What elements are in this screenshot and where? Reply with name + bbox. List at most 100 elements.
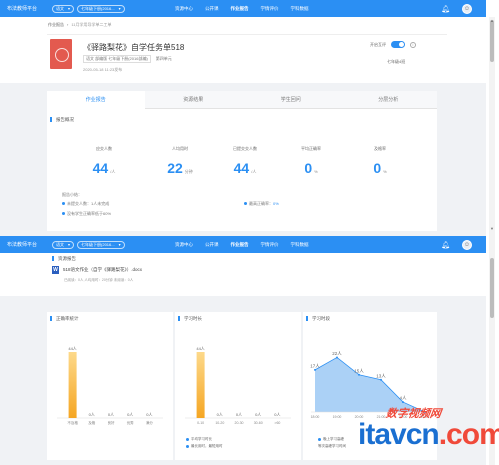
bar-data-label: 0人 xyxy=(274,412,280,417)
point-data-label: 4人 xyxy=(399,396,407,401)
task-unit: 第四单元 xyxy=(155,56,172,61)
bell-icon[interactable]: 🔔︎ xyxy=(441,241,450,249)
bullet-icon xyxy=(62,212,65,216)
scroll-down-icon[interactable]: ▼ xyxy=(490,226,494,231)
top-navbar: 布法教师平台 语文 ▾ 七年级下册(2016... ▾ 资源中心 公开课 作业报… xyxy=(0,0,486,17)
bar-data-label: 0人 xyxy=(146,412,152,417)
nav-open-class[interactable]: 公开课 xyxy=(205,6,219,12)
nav-learning-evaluation[interactable]: 学情评价 xyxy=(261,6,279,12)
tab-layer-analysis[interactable]: 分层分析 xyxy=(339,91,437,109)
stat-value: 44 xyxy=(92,160,109,176)
scrollbar-track[interactable] xyxy=(489,17,495,465)
stat-value: 0 xyxy=(373,160,382,176)
duration-legend-2: 最长用时，最短用时 xyxy=(186,444,223,449)
stat-value: 44 xyxy=(233,160,250,176)
nav-homework-report[interactable]: 作业报告 xyxy=(231,6,249,12)
stat-value: 0 xyxy=(304,160,313,176)
stat-label: 人均用时 xyxy=(172,146,188,151)
resource-report-title: 资源报告 xyxy=(52,256,76,261)
nav-open-class[interactable]: 公开课 xyxy=(205,242,219,248)
stat-label: 已提交交人数 xyxy=(233,146,257,151)
toggle-label: 开启互评 xyxy=(370,41,386,47)
chevron-down-icon: ▾ xyxy=(68,6,71,11)
bar-data-label: 44人 xyxy=(68,346,76,351)
legend-text: 等次高峰学习时间 xyxy=(318,444,346,448)
bar-data-label: 0人 xyxy=(89,412,95,417)
main-nav: 资源中心 公开课 作业报告 学情评价 学科数据 xyxy=(175,6,309,12)
data-point xyxy=(336,356,338,359)
x-tick-label: 及格 xyxy=(88,420,95,425)
peer-review-toggle[interactable] xyxy=(391,41,405,48)
nav-learning-evaluation[interactable]: 学情评价 xyxy=(261,242,279,248)
watermark-en-suffix: .com xyxy=(438,418,499,451)
breadcrumb-current: 11月学用导学单二工单 xyxy=(71,22,112,27)
tab-student-questions[interactable]: 学生回问 xyxy=(242,91,340,109)
legend-text: 最长用时，最短用时 xyxy=(191,444,223,448)
resource-meta: 已阅读：0人 人均用时：20分钟 未阅读：0人 xyxy=(64,278,134,282)
legend-text: 平均学习时长 xyxy=(191,437,212,441)
brand-logo[interactable]: 布法教师平台 xyxy=(7,5,49,12)
time-legend-1: 晚上学习高峰 xyxy=(318,437,344,442)
watermark-en: itavcn.com xyxy=(358,418,499,452)
stat-pass-rate: 及格率 0% xyxy=(350,146,410,176)
tab-homework-report[interactable]: 作业报告 xyxy=(47,91,145,109)
x-tick-label: 19:00 xyxy=(333,415,342,419)
nav-subject-data[interactable]: 学科数据 xyxy=(291,242,309,248)
resource-file-link[interactable]: W 518语文作业（自学《驿路梨花》）.docx xyxy=(52,266,142,274)
avatar[interactable]: ☺ xyxy=(462,239,472,250)
x-tick-label: 不及格 xyxy=(67,420,78,425)
bullet-icon xyxy=(62,202,65,206)
stat-unit: /人 xyxy=(251,169,257,174)
subject-label: 语文 xyxy=(56,241,64,247)
tab-resource-result[interactable]: 资源结果 xyxy=(144,91,242,109)
class-select[interactable]: 七年级4班 xyxy=(387,59,405,65)
note-value: 0% xyxy=(273,201,279,206)
nav-subject-data[interactable]: 学科数据 xyxy=(291,6,309,12)
resource-file-name: 518语文作业（自学《驿路梨花》）.docx xyxy=(63,267,143,272)
nav-homework-report[interactable]: 作业报告 xyxy=(231,242,249,248)
top-navbar: 布法教师平台 语文 ▾ 七年级下册(2016... ▾ 资源中心 公开课 作业报… xyxy=(0,236,486,253)
bell-icon[interactable]: 🔔︎ xyxy=(441,5,450,13)
note-text: 未提交人数：1人未完成 xyxy=(67,201,110,206)
summary-note-max-accuracy: 最高正确率：0% xyxy=(244,201,279,207)
note-text: 最高正确率： xyxy=(249,201,273,206)
stat-unit: % xyxy=(314,169,318,174)
scroll-up-icon[interactable]: ▲ xyxy=(490,18,494,23)
scrollbar-thumb[interactable] xyxy=(490,258,494,318)
legend-text: 晚上学习高峰 xyxy=(323,437,344,441)
breadcrumb-home[interactable]: 作业报告 xyxy=(48,22,64,27)
bar xyxy=(68,352,77,418)
duration-legend-1: 平均学习时长 xyxy=(186,437,212,442)
x-tick-label: 30-60 xyxy=(254,421,263,425)
x-tick-label: >60 xyxy=(274,421,280,425)
subject-select[interactable]: 语文 ▾ xyxy=(52,240,75,249)
x-tick-label: 20-30 xyxy=(235,421,244,425)
grade-select[interactable]: 七年级下册(2016... ▾ xyxy=(77,4,125,13)
stat-label: 应交人数 xyxy=(96,146,112,151)
stat-unit: /人 xyxy=(110,169,116,174)
x-tick-label: 满分 xyxy=(146,420,154,425)
point-data-label: 15人 xyxy=(354,368,364,373)
point-data-label: 13人 xyxy=(376,373,386,378)
nav-resource-center[interactable]: 资源中心 xyxy=(175,6,193,12)
bar-data-label: 0人 xyxy=(236,412,242,417)
scrollbar-thumb[interactable] xyxy=(490,20,494,62)
summary-note-unsubmitted: 未提交人数：1人未完成 xyxy=(62,201,109,207)
accuracy-bar-chart: 44人不及格 0人及格 0人良好 0人优秀 0人满分 xyxy=(57,346,163,425)
stat-label: 平均正确率 xyxy=(301,146,321,151)
grade-select[interactable]: 七年级下册(2016... ▾ xyxy=(77,240,125,249)
brand-logo[interactable]: 布法教师平台 xyxy=(7,241,49,248)
stat-label: 及格率 xyxy=(374,146,386,151)
x-tick-label: 0-10 xyxy=(197,421,204,425)
task-meta: 语文 部编版 七年级下册(2016部编) 第四单元 xyxy=(83,55,172,63)
avatar[interactable]: ☺ xyxy=(462,3,472,14)
nav-resource-center[interactable]: 资源中心 xyxy=(175,242,193,248)
summary-title: 报告小结： xyxy=(62,192,82,197)
info-icon[interactable]: i xyxy=(410,41,416,48)
stat-avg-accuracy: 平均正确率 0% xyxy=(281,146,341,176)
stat-should-submit: 应交人数 44/人 xyxy=(74,146,134,176)
bar-data-label: 0人 xyxy=(217,412,223,417)
subject-select[interactable]: 语文 ▾ xyxy=(52,4,75,13)
task-header-card: 《驿路梨花》自学任务单518 语文 部编版 七年级下册(2016部编) 第四单元… xyxy=(47,34,447,80)
stat-submitted: 已提交交人数 44/人 xyxy=(215,146,275,176)
